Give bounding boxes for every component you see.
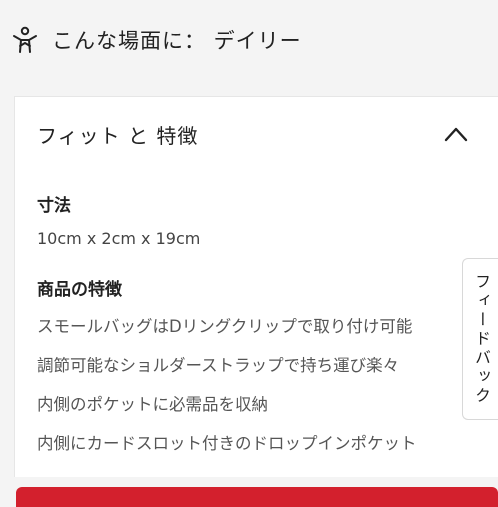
scene-usage-label: こんな場面に： デイリー [52, 29, 302, 53]
feature-item: 内側にカードスロット付きのドロップインポケット [37, 434, 417, 453]
fit-features-title: フィット と 特徴 [37, 123, 199, 148]
features-list: スモールバッグはDリングクリップで取り付け可能 調節可能なショルダーストラップで… [37, 313, 417, 469]
fit-features-panel: フィット と 特徴 寸法 10cm x 2cm x 19cm 商品の特徴 スモー… [14, 96, 498, 477]
features-heading: 商品の特徴 [37, 280, 122, 300]
scene-usage-row: こんな場面に： デイリー [10, 22, 302, 58]
size-value: 10cm x 2cm x 19cm [37, 229, 201, 248]
feature-item: スモールバッグはDリングクリップで取り付け可能 [37, 317, 413, 336]
size-heading: 寸法 [37, 196, 71, 216]
feature-item: 内側のポケットに必需品を収納 [37, 395, 268, 414]
person-stretch-icon [13, 26, 37, 53]
feedback-label: フィードバック [472, 272, 491, 406]
fit-features-header[interactable]: フィット と 特徴 [37, 117, 469, 151]
chevron-up-icon[interactable] [443, 125, 469, 143]
feature-item: 調節可能なショルダーストラップで持ち運び楽々 [37, 356, 400, 375]
primary-action-bar[interactable] [16, 487, 498, 507]
feedback-tab[interactable]: フィードバック [462, 258, 498, 420]
